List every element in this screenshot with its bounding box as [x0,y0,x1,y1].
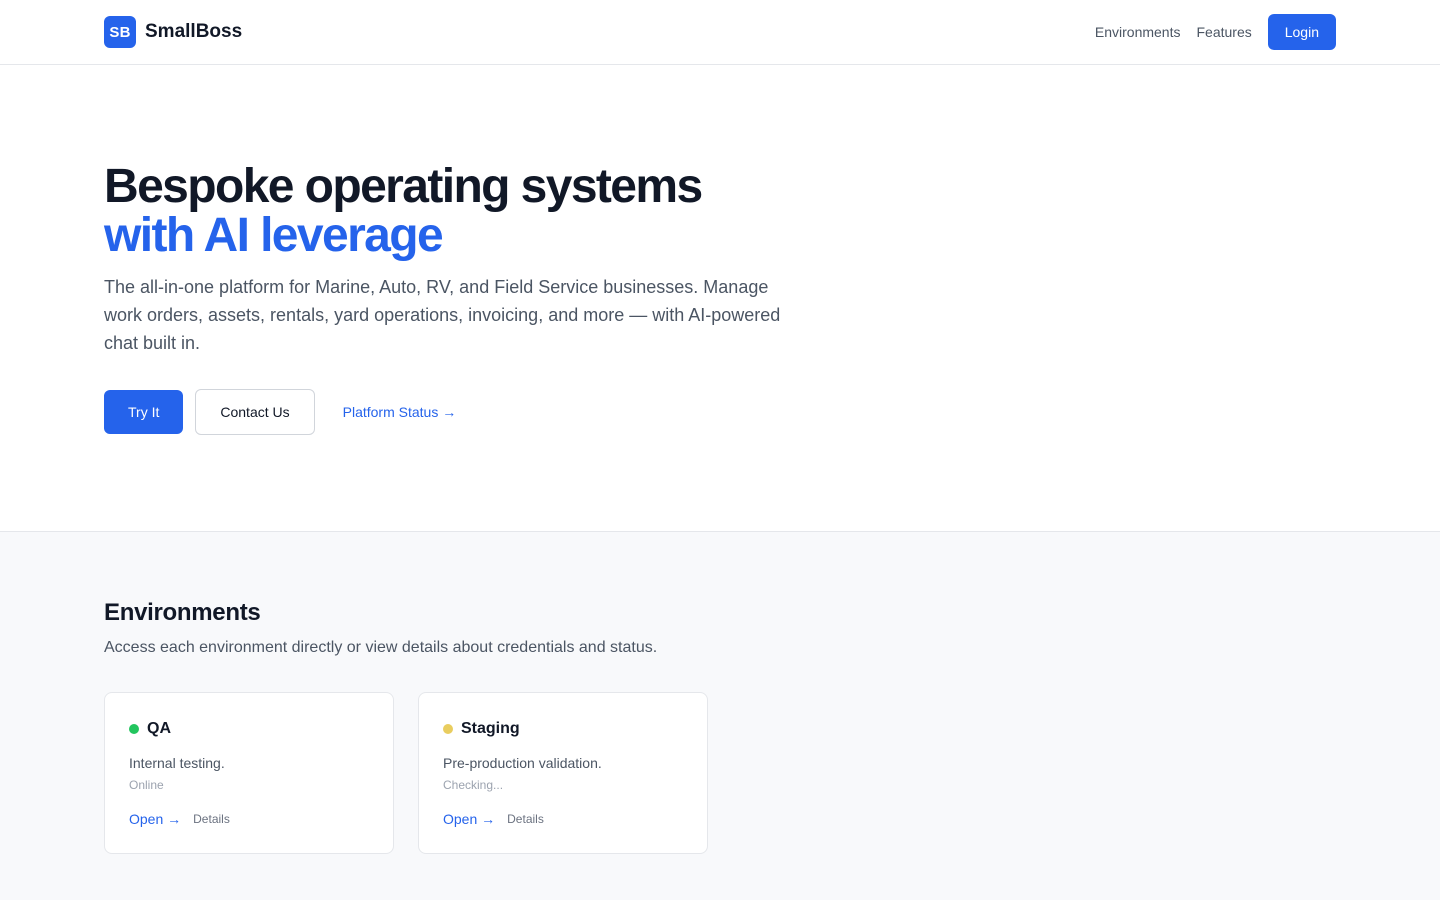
environment-card-staging: Staging Pre-production validation. Check… [418,692,708,854]
card-actions: Open → Details [443,811,544,827]
open-qa-link[interactable]: Open → [129,811,181,827]
environments-subtitle: Access each environment directly or view… [104,639,658,656]
hero-title: Bespoke operating systems with AI levera… [104,160,703,262]
environments-title: Environments [104,599,261,626]
card-actions: Open → Details [129,811,230,827]
hero-description: The all-in-one platform for Marine, Auto… [104,277,781,353]
brand-name: SmallBoss [145,21,243,42]
environment-name: QA [147,720,171,737]
details-qa-link[interactable]: Details [193,812,230,826]
login-button[interactable]: Login [1267,14,1336,50]
environment-description: Pre-production validation. [443,755,602,771]
nav-features-link[interactable]: Features [1196,24,1251,40]
try-it-button[interactable]: Try It [104,390,184,434]
open-staging-link[interactable]: Open → [443,811,495,827]
hero-title-line1: Bespoke operating systems [104,160,703,213]
environment-description: Internal testing. [129,755,225,771]
status-dot-icon [129,724,139,734]
nav-environments-link[interactable]: Environments [1095,24,1181,40]
environments-section: Environments Access each environment dir… [0,532,1440,900]
top-nav: Environments Features Login [1095,14,1336,50]
contact-us-button[interactable]: Contact Us [195,389,315,435]
environment-card-qa: QA Internal testing. Online Open → Detai… [104,692,394,854]
hero-section: Bespoke operating systems with AI levera… [0,65,1440,532]
card-header: Staging [443,720,520,738]
top-header: SB SmallBoss Environments Features Login [0,0,1440,65]
hero-actions: Try It Contact Us Platform Status → [104,389,456,435]
environment-name: Staging [461,720,520,737]
environment-status: Checking... [443,778,504,792]
hero-title-line2: with AI leverage [104,209,444,262]
status-dot-icon [443,724,453,734]
logo-mark: SB [104,16,136,48]
environment-status: Online [129,778,164,792]
platform-status-link[interactable]: Platform Status → [343,404,457,420]
environment-cards: QA Internal testing. Online Open → Detai… [104,692,732,854]
details-staging-link[interactable]: Details [507,812,544,826]
card-header: QA [129,720,171,738]
brand[interactable]: SB SmallBoss [104,16,242,48]
